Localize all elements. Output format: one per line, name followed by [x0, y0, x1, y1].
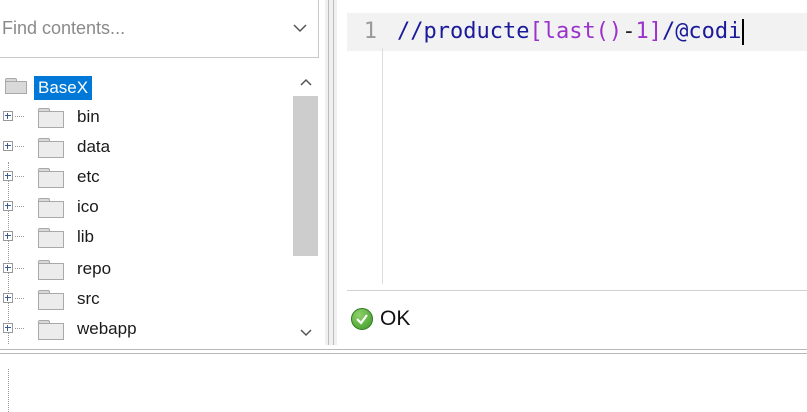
tree-item-label: ico [77, 197, 99, 216]
folder-icon [38, 260, 64, 280]
code-line-text[interactable]: //producte[last()-1]/@codi [397, 13, 745, 51]
expand-icon[interactable] [3, 171, 13, 181]
code-token: ] [648, 19, 662, 44]
folder-icon [38, 168, 64, 188]
vertical-splitter[interactable] [325, 0, 337, 345]
code-token: //producte [397, 19, 530, 44]
expand-icon[interactable] [3, 201, 13, 211]
text-caret [742, 19, 745, 45]
tree-item-label[interactable]: BaseX [34, 76, 93, 100]
find-contents-input[interactable] [0, 0, 280, 56]
tree-item-label: data [77, 137, 111, 156]
tree-item-data[interactable]: data [0, 132, 290, 162]
line-number: 1 [363, 19, 377, 44]
expand-icon[interactable] [3, 323, 13, 333]
folder-icon [38, 108, 64, 128]
expand-icon[interactable] [3, 111, 13, 121]
code-token: - [622, 19, 636, 44]
find-contents-combo[interactable] [0, 0, 319, 58]
code-token: / [661, 19, 676, 44]
status-text: OK [380, 307, 411, 330]
folder-icon [38, 228, 64, 248]
folder-icon [38, 198, 64, 218]
code-editor[interactable]: 1 //producte[last()-1]/@codi [347, 0, 807, 291]
expand-icon[interactable] [3, 231, 13, 241]
query-status-bar: OK [347, 295, 807, 345]
code-token: @codi [675, 19, 742, 44]
chevron-down-icon[interactable] [292, 321, 319, 345]
code-token: 1 [635, 19, 649, 44]
code-token: last() [542, 19, 623, 44]
chevron-up-icon[interactable] [292, 70, 319, 94]
tree-item-ico[interactable]: ico [0, 192, 290, 222]
check-circle-icon [351, 308, 373, 330]
current-line[interactable]: 1 //producte[last()-1]/@codi [347, 13, 807, 51]
file-browser-panel: BaseX bin data etc ico lib [0, 0, 325, 412]
gutter-divider [382, 48, 383, 284]
tree-item-lib[interactable]: lib [0, 222, 290, 252]
tree-item-repo[interactable]: repo [0, 254, 290, 284]
tree-item-etc[interactable]: etc [0, 162, 290, 192]
query-editor-panel: 1 //producte[last()-1]/@codi OK [337, 0, 807, 345]
tree-item-label: lib [77, 227, 95, 246]
tree-item-label: webapp [77, 319, 137, 338]
chevron-down-icon[interactable] [288, 14, 312, 42]
folder-icon [38, 320, 64, 340]
tree-item-root[interactable]: BaseX [0, 72, 290, 102]
tree-item-label: bin [77, 107, 100, 126]
folder-icon [38, 138, 64, 158]
expand-icon[interactable] [3, 141, 13, 151]
tree-item-label: repo [77, 259, 112, 278]
tree-item-label: src [77, 289, 100, 308]
folder-open-icon [5, 78, 27, 94]
expand-icon[interactable] [3, 263, 13, 273]
folder-icon [38, 290, 64, 310]
code-token: [ [529, 19, 543, 44]
horizontal-splitter[interactable] [0, 345, 807, 369]
folder-tree: BaseX bin data etc ico lib repo src weba… [0, 70, 290, 412]
tree-item-bin[interactable]: bin [0, 102, 290, 132]
scrollbar-thumb[interactable] [293, 96, 318, 256]
tree-scrollbar[interactable] [292, 70, 319, 345]
tree-item-src[interactable]: src [0, 284, 290, 314]
expand-icon[interactable] [3, 293, 13, 303]
tree-item-label: etc [77, 167, 100, 186]
tree-item-webapp[interactable]: webapp [0, 314, 290, 344]
